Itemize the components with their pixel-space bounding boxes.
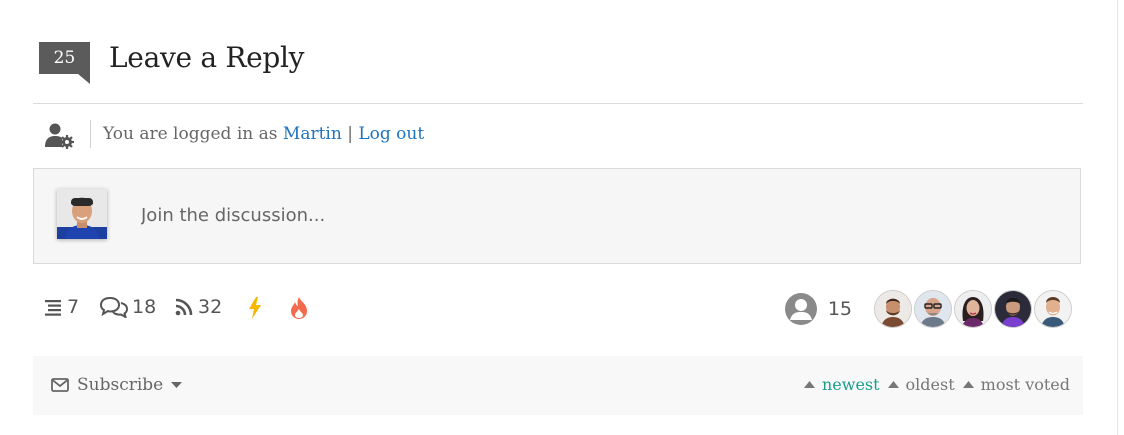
replies-count: 18 [132, 296, 157, 318]
sort-oldest[interactable]: oldest [887, 375, 955, 394]
commenter-avatar[interactable] [914, 290, 952, 328]
user-circle-icon [784, 293, 817, 325]
comment-count-badge: 25 [39, 42, 90, 84]
login-status-row: You are logged in as Martin | Log out [33, 118, 1083, 150]
subscribe-label: Subscribe [77, 375, 164, 395]
username-link[interactable]: Martin [283, 124, 342, 144]
sort-newest-label: newest [821, 375, 880, 394]
caret-down-icon [171, 381, 183, 388]
hot-threads-stat[interactable] [247, 296, 267, 320]
login-separator [90, 120, 91, 148]
comment-input[interactable] [139, 200, 743, 230]
commenters-count: 15 [827, 298, 852, 320]
replies-icon [100, 296, 128, 318]
login-prefix: You are logged in as [103, 124, 283, 144]
sort-bar: Subscribe newest oldest most voted [33, 356, 1083, 415]
fire-icon [291, 297, 307, 319]
subscribe-dropdown[interactable]: Subscribe [51, 375, 190, 395]
login-text: You are logged in as Martin | Log out [103, 122, 424, 146]
sort-options: newest oldest most voted [796, 375, 1070, 394]
current-user-avatar [57, 189, 107, 239]
comment-composer[interactable] [33, 168, 1081, 264]
rss-icon [175, 298, 193, 316]
caret-up-icon [962, 381, 974, 388]
threads-icon [45, 300, 61, 316]
sort-most-voted[interactable]: most voted [962, 375, 1070, 394]
caret-up-icon [803, 381, 815, 388]
reply-title: Leave a Reply [109, 41, 305, 74]
bolt-icon [249, 297, 261, 319]
commenter-avatar[interactable] [1034, 290, 1072, 328]
login-divider: | [341, 124, 359, 144]
caret-up-icon [887, 381, 899, 388]
discussion-stats: 7 18 32 15 [33, 290, 1083, 330]
envelope-icon [51, 378, 69, 392]
page-edge-divider [1117, 0, 1118, 435]
commenters-group: 15 [784, 290, 1072, 328]
threads-count: 7 [67, 296, 80, 318]
replies-stat[interactable]: 18 [100, 296, 156, 318]
followers-stat[interactable]: 32 [174, 296, 222, 318]
commenter-avatar[interactable] [994, 290, 1032, 328]
sort-most-voted-label: most voted [980, 375, 1070, 394]
threads-stat[interactable]: 7 [43, 296, 79, 318]
logout-link[interactable]: Log out [358, 124, 424, 144]
comments-header: 25 Leave a Reply [33, 40, 1083, 84]
header-divider [33, 103, 1083, 104]
followers-count: 32 [198, 296, 223, 318]
sort-newest[interactable]: newest [803, 375, 880, 394]
fire-stat[interactable] [288, 296, 314, 320]
user-settings-icon[interactable] [44, 122, 76, 150]
commenter-avatar[interactable] [954, 290, 992, 328]
sort-oldest-label: oldest [905, 375, 955, 394]
commenter-avatar[interactable] [874, 290, 912, 328]
